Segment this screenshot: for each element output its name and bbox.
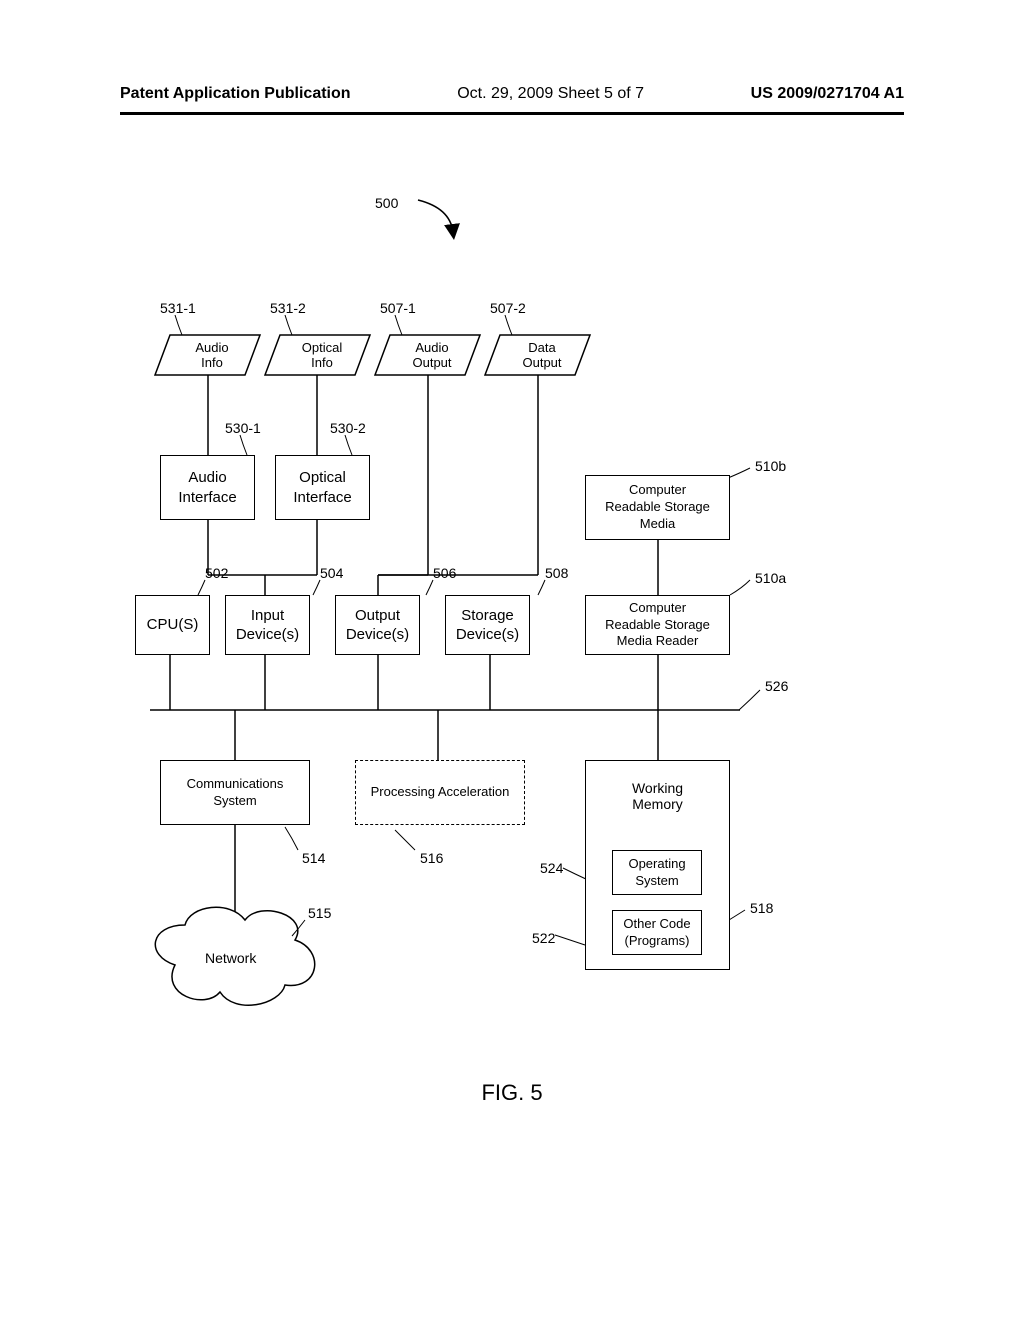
ref-524: 524: [540, 860, 563, 876]
box-optical-info: OpticalInfo: [292, 340, 352, 370]
box-crs-media: ComputerReadable StorageMedia: [585, 475, 730, 540]
header-left: Patent Application Publication: [120, 85, 351, 103]
box-output-devices: OutputDevice(s): [335, 595, 420, 655]
ref-506: 506: [433, 565, 456, 581]
ref-507-1: 507-1: [380, 300, 416, 316]
ref-514: 514: [302, 850, 325, 866]
box-input-devices: InputDevice(s): [225, 595, 310, 655]
ref-516: 516: [420, 850, 443, 866]
ref-507-2: 507-2: [490, 300, 526, 316]
header-rule: [120, 112, 904, 115]
ref-504: 504: [320, 565, 343, 581]
ref-510b: 510b: [755, 458, 786, 474]
ref-530-2: 530-2: [330, 420, 366, 436]
box-optical-interface: OpticalInterface: [275, 455, 370, 520]
ref-508: 508: [545, 565, 568, 581]
box-cpus: CPU(S): [135, 595, 210, 655]
box-audio-output: AudioOutput: [402, 340, 462, 370]
page-header: Patent Application Publication Oct. 29, …: [120, 85, 904, 109]
header-center: Oct. 29, 2009 Sheet 5 of 7: [457, 85, 644, 103]
ref-518: 518: [750, 900, 773, 916]
header-right: US 2009/0271704 A1: [751, 85, 904, 103]
box-audio-info: AudioInfo: [182, 340, 242, 370]
ref-531-2: 531-2: [270, 300, 306, 316]
diagram-container: 500: [120, 180, 900, 1040]
box-other-code: Other Code(Programs): [612, 910, 702, 955]
box-storage-devices: StorageDevice(s): [445, 595, 530, 655]
ref-510a: 510a: [755, 570, 786, 586]
box-proc-accel: Processing Acceleration: [355, 760, 525, 825]
ref-530-1: 530-1: [225, 420, 261, 436]
box-comm-system: CommunicationsSystem: [160, 760, 310, 825]
ref-526: 526: [765, 678, 788, 694]
ref-502: 502: [205, 565, 228, 581]
box-audio-interface: AudioInterface: [160, 455, 255, 520]
ref-522: 522: [532, 930, 555, 946]
ref-531-1: 531-1: [160, 300, 196, 316]
box-network: Network: [205, 950, 256, 966]
ref-515: 515: [308, 905, 331, 921]
box-data-output: DataOutput: [512, 340, 572, 370]
ref-500: 500: [375, 195, 399, 211]
box-crs-reader: ComputerReadable StorageMedia Reader: [585, 595, 730, 655]
box-working-memory: WorkingMemory: [615, 780, 700, 812]
box-os: OperatingSystem: [612, 850, 702, 895]
figure-caption: FIG. 5: [0, 1080, 1024, 1106]
